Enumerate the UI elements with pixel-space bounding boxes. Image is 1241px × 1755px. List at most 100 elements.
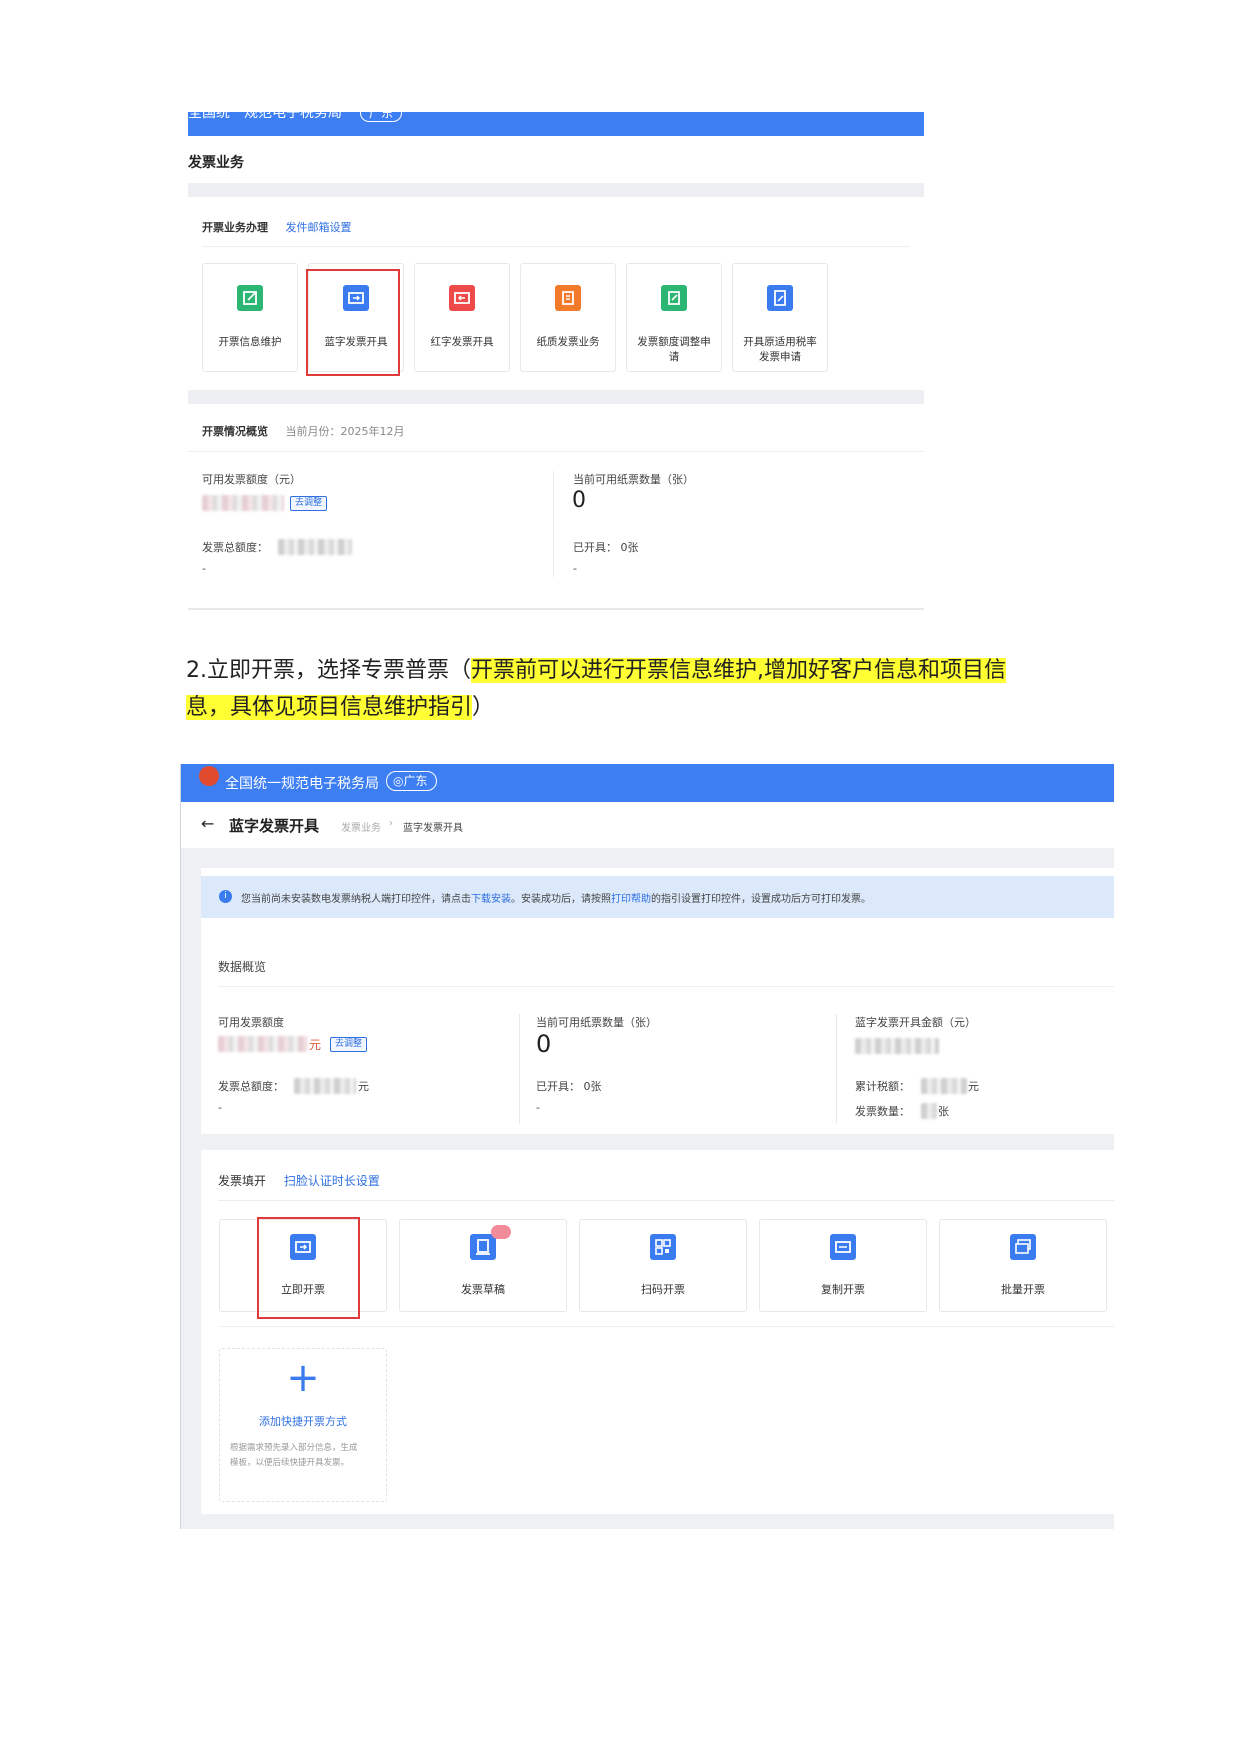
tile-scan-issue[interactable]: 扫码开票 xyxy=(579,1219,747,1312)
count-unit: 张 xyxy=(938,1105,949,1118)
blue-invoice-amount-label: 蓝字发票开具金额（元） xyxy=(855,1016,976,1029)
header-region: 广东 xyxy=(360,112,403,122)
dash: - xyxy=(573,562,577,575)
tile-invoice-info[interactable]: 开票信息维护 xyxy=(202,263,298,372)
quota-unit: 元 xyxy=(309,1038,322,1052)
tile-quota-adjust[interactable]: 发票额度调整申请 xyxy=(626,263,722,372)
notice-banner: i 您当前尚未安装数电发票纳税人端打印控件，请点击下载安装。安装成功后，请按照打… xyxy=(201,876,1114,918)
tax-unit: 元 xyxy=(968,1080,979,1093)
page-title: 蓝字发票开具 xyxy=(229,817,320,835)
overview-title: 开票情况概览 xyxy=(202,425,268,438)
tile-original-rate[interactable]: 开具原适用税率发票申请 xyxy=(732,263,828,372)
dash: - xyxy=(536,1101,540,1114)
tile-copy-issue[interactable]: 复制开票 xyxy=(759,1219,927,1312)
adjust-button[interactable]: 去调整 xyxy=(290,496,328,511)
tile-label: 开具原适用税率发票申请 xyxy=(743,336,817,363)
back-arrow-icon[interactable]: ← xyxy=(201,814,214,833)
screenshot-invoice-business: 全国统一规范电子税务局 广东 发票业务 开票业务办理 发件邮箱设置 开票信息维护… xyxy=(188,112,924,615)
document-edit-icon xyxy=(661,285,687,311)
breadcrumb-separator: › xyxy=(389,818,393,829)
total-quota-redacted xyxy=(278,539,352,555)
tile-label: 开票信息维护 xyxy=(218,336,282,348)
ticket-return-icon xyxy=(449,285,475,311)
tile-invoice-draft[interactable]: 发票草稿 xyxy=(399,1219,567,1312)
add-shortcut-title: 添加快捷开票方式 xyxy=(259,1415,347,1428)
column-divider xyxy=(519,1014,520,1124)
tile-label: 扫码开票 xyxy=(641,1283,685,1296)
data-overview-card: 数据概览 可用发票额度 元 去调整 发票总额度： 元 - 当前可用纸票数量（张）… xyxy=(201,934,1114,1134)
notice-text-1: 您当前尚未安装数电发票纳税人端打印控件，请点击 xyxy=(241,894,471,905)
bottom-border xyxy=(188,608,924,610)
instruction-paragraph: 2.立即开票，选择专票普票（开票前可以进行开票信息维护,增加好客户信息和项目信 … xyxy=(186,652,1046,726)
divider xyxy=(188,451,924,452)
section-divider xyxy=(188,390,924,404)
quota-label: 可用发票额度（元） xyxy=(202,473,301,486)
breadcrumb-1[interactable]: 发票业务 xyxy=(341,819,381,834)
add-shortcut-desc-2: 模板，以便后续快捷开具发票。 xyxy=(230,1458,350,1468)
section-divider xyxy=(188,183,924,197)
paragraph-suffix: ） xyxy=(472,695,495,720)
highlight-box xyxy=(306,269,400,376)
notice-text-2: 。安装成功后，请按照 xyxy=(511,894,611,905)
notice-text: 您当前尚未安装数电发票纳税人端打印控件，请点击下载安装。安装成功后，请按照打印帮… xyxy=(241,890,871,905)
emblem-icon xyxy=(199,766,219,786)
dash: - xyxy=(202,562,206,575)
draft-icon xyxy=(470,1234,496,1260)
print-help-link[interactable]: 打印帮助 xyxy=(611,894,651,905)
tile-label: 批量开票 xyxy=(1001,1283,1045,1296)
paper-count-value: 0 xyxy=(572,488,586,513)
notice-card: i 您当前尚未安装数电发票纳税人端打印控件，请点击下载安装。安装成功后，请按照打… xyxy=(201,868,1114,934)
header-title: 全国统一规范电子税务局 xyxy=(188,112,342,121)
paper-count-label: 当前可用纸票数量（张） xyxy=(536,1016,657,1029)
location-icon: ◎ xyxy=(393,774,404,788)
paragraph-highlight-1: 开票前可以进行开票信息维护,增加好客户信息和项目信 xyxy=(471,658,1006,683)
tile-paper-invoice[interactable]: 纸质发票业务 xyxy=(520,263,616,372)
edit-icon xyxy=(237,285,263,311)
quota-value-redacted xyxy=(202,495,284,511)
tile-label: 发票额度调整申请 xyxy=(637,336,711,363)
qr-code-icon xyxy=(650,1234,676,1260)
mail-settings-link[interactable]: 发件邮箱设置 xyxy=(286,221,352,234)
highlight-box xyxy=(257,1217,360,1319)
paragraph-highlight-2: 息，具体见项目信息维护指引 xyxy=(186,695,473,720)
info-icon: i xyxy=(219,890,232,903)
add-shortcut-card[interactable]: + 添加快捷开票方式 根据需求预先录入部分信息，生成 模板，以便后续快捷开具发票… xyxy=(219,1348,387,1502)
header-bar: 全国统一规范电子税务局 广东 xyxy=(188,112,924,136)
dash: - xyxy=(218,1101,222,1114)
blue-amount-redacted xyxy=(855,1038,939,1054)
data-overview-title: 数据概览 xyxy=(218,960,267,974)
count-redacted xyxy=(921,1103,937,1119)
notice-text-3: 的指引设置打印控件，设置成功后方可打印发票。 xyxy=(651,894,871,905)
plus-icon: + xyxy=(286,1355,320,1401)
total-unit: 元 xyxy=(358,1080,369,1093)
screenshot-blue-invoice: 全国统一规范电子税务局 ◎广东 ← 蓝字发票开具 发票业务 › 蓝字发票开具 i… xyxy=(180,764,1114,1529)
tile-label: 复制开票 xyxy=(821,1283,865,1296)
paper-icon xyxy=(555,285,581,311)
form-icon xyxy=(767,285,793,311)
invoice-fill-title: 发票填开 xyxy=(218,1174,267,1188)
tax-redacted xyxy=(921,1078,967,1094)
tile-label: 纸质发票业务 xyxy=(536,336,600,348)
overview-month: 当前月份：2025年12月 xyxy=(285,425,405,438)
tax-label: 累计税额： xyxy=(855,1080,910,1093)
paper-count-value: 0 xyxy=(536,1030,552,1058)
header-bar: 全国统一规范电子税务局 ◎广东 xyxy=(181,764,1114,802)
tile-label: 发票草稿 xyxy=(461,1283,505,1296)
tile-red-invoice[interactable]: 红字发票开具 xyxy=(414,263,510,372)
face-auth-duration-link[interactable]: 扫脸认证时长设置 xyxy=(284,1174,380,1188)
title-bar: ← 蓝字发票开具 发票业务 › 蓝字发票开具 xyxy=(181,802,1114,848)
download-install-link[interactable]: 下载安装 xyxy=(471,894,511,905)
page-title: 发票业务 xyxy=(188,155,244,171)
region-badge[interactable]: ◎广东 xyxy=(386,771,437,791)
column-divider xyxy=(553,471,554,577)
paper-count-label: 当前可用纸票数量（张） xyxy=(573,473,694,486)
header-title: 全国统一规范电子税务局 xyxy=(225,776,379,792)
quota-value-redacted xyxy=(218,1036,308,1052)
breadcrumb-2: 蓝字发票开具 xyxy=(403,823,463,834)
issued-count: 已开具： 0张 xyxy=(573,541,639,554)
total-quota-label: 发票总额度： xyxy=(202,541,268,554)
tile-batch-issue[interactable]: 批量开票 xyxy=(939,1219,1107,1312)
divider xyxy=(219,1326,1114,1327)
total-quota-redacted xyxy=(294,1078,356,1094)
adjust-button[interactable]: 去调整 xyxy=(330,1037,368,1052)
